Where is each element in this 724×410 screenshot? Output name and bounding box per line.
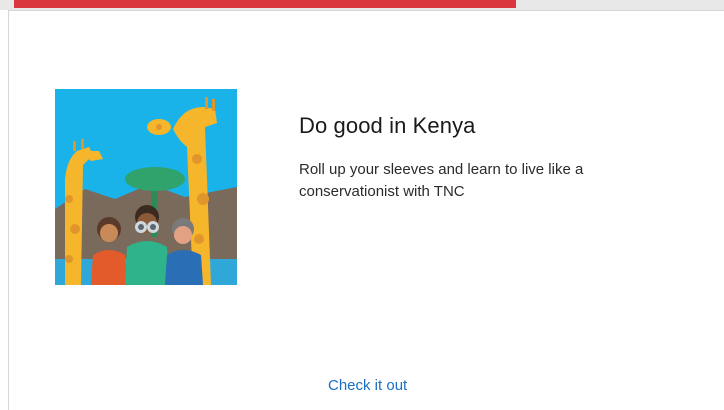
illustration-graphic <box>55 89 237 285</box>
promo-card: Do good in Kenya Roll up your sleeves an… <box>8 10 724 410</box>
people-with-giraffes-illustration <box>55 89 237 285</box>
card-title: Do good in Kenya <box>299 113 476 138</box>
card-description: Roll up your sleeves and learn to live l… <box>299 161 584 200</box>
top-accent-bar <box>14 0 516 8</box>
top-progress-track <box>0 0 724 10</box>
check-it-out-link[interactable]: Check it out <box>328 377 407 394</box>
